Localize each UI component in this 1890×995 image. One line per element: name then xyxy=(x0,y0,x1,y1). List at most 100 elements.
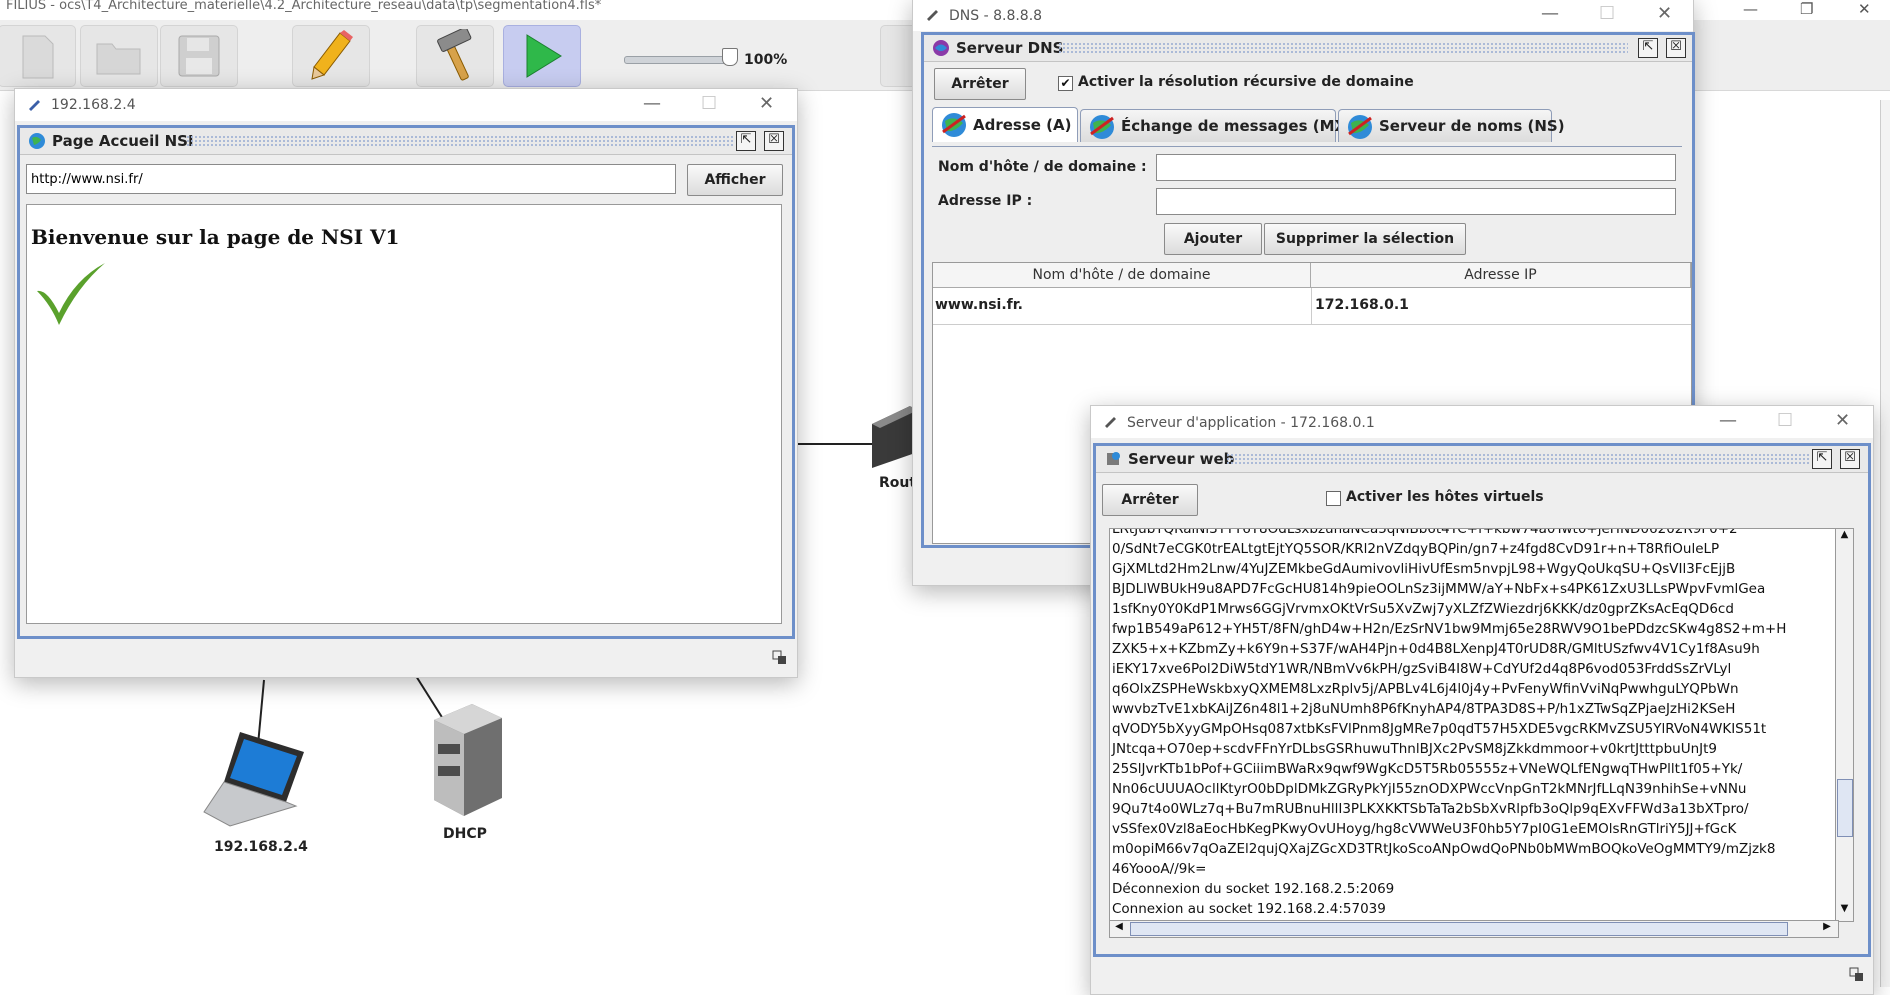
tab-mx-label: Échange de messages (MX) xyxy=(1121,117,1353,135)
resize-grip-icon[interactable] xyxy=(1848,966,1864,982)
dns-globe-icon xyxy=(942,113,966,137)
virtual-hosts-checkbox[interactable] xyxy=(1326,491,1341,506)
table-cell-hostname: www.nsi.fr. xyxy=(935,297,1023,313)
column-header-hostname[interactable]: Nom d'hôte / de domaine xyxy=(933,263,1311,287)
detach-frame-button[interactable]: ⇱ xyxy=(1638,38,1658,58)
dhcp-server-node[interactable] xyxy=(424,702,506,822)
recursive-checkbox[interactable]: ✔ xyxy=(1058,76,1073,91)
dns-globe-icon xyxy=(933,40,949,56)
browser-frame-titlebar: Page Accueil NSI ⇱ ☒ xyxy=(20,128,792,155)
scroll-up-icon[interactable]: ▲ xyxy=(1836,529,1853,545)
checkmark-icon xyxy=(37,263,105,325)
log-horizontal-scrollbar[interactable]: ◀ ▶ xyxy=(1109,920,1839,938)
scroll-left-icon[interactable]: ◀ xyxy=(1112,921,1126,937)
virtual-hosts-label: Activer les hôtes virtuels xyxy=(1346,489,1544,505)
tab-address-a[interactable]: Adresse (A) xyxy=(932,107,1078,142)
close-frame-button[interactable]: ☒ xyxy=(1840,449,1860,469)
table-cell-ip: 172.168.0.1 xyxy=(1315,297,1409,313)
detach-frame-button[interactable]: ⇱ xyxy=(736,131,756,151)
log-vertical-scrollbar[interactable]: ▲ ▼ xyxy=(1835,528,1854,922)
column-header-ip[interactable]: Adresse IP xyxy=(1311,263,1691,287)
log-line: m0opiM66v7qOaZEl2qujQXajZGcXD3TRtJkoScoA… xyxy=(1112,841,1776,857)
tab-address-a-label: Adresse (A) xyxy=(973,116,1072,134)
log-line: iEKY17xve6Pol2DiW5tdY1WR/NBmVv6kPH/gzSvi… xyxy=(1112,661,1732,677)
web-frame-title: Serveur web xyxy=(1128,450,1235,468)
dns-stop-button[interactable]: Arrêter xyxy=(934,68,1026,100)
log-line: GjXMLtd2Hm2Lnw/4YuJZEMkbeGdAumivovliHivU… xyxy=(1112,561,1736,577)
log-line: JNtcqa+O70ep+scdvFFnYrDLbsGSRhuwuThnlBJX… xyxy=(1112,741,1718,757)
log-line: Déconnexion du socket 192.168.2.5:2069 xyxy=(1112,881,1395,897)
log-line: LRtJubYQRaiNi3TTY6T8OdLsxbzunaNCa5qNIBb6… xyxy=(1112,528,1738,537)
detach-frame-button[interactable]: ⇱ xyxy=(1812,449,1832,469)
scroll-right-icon[interactable]: ▶ xyxy=(1820,921,1834,937)
laptop-node[interactable] xyxy=(200,730,308,834)
browser-os-titlebar: 192.168.2.4 — ☐ ✕ xyxy=(15,89,797,121)
ip-input[interactable] xyxy=(1156,188,1676,215)
dns-os-titlebar: DNS - 8.8.8.8 — ☐ ✕ xyxy=(913,0,1693,31)
web-server-icon xyxy=(1107,452,1120,465)
dns-globe-icon xyxy=(1090,115,1114,139)
log-line: wwvbzTvE1xbKAiJZ6n48l1+2j8uNUmh8P6fKnyhA… xyxy=(1112,701,1736,717)
log-line: Connexion au socket 192.168.2.4:57039 xyxy=(1112,901,1386,917)
show-page-button[interactable]: Afficher xyxy=(687,164,783,196)
dns-frame-title: Serveur DNS xyxy=(956,39,1064,57)
globe-icon xyxy=(29,133,45,149)
log-line: Nn06cUUUAOcllKtyrO0bDplDMkZGRyPkYjI55znO… xyxy=(1112,781,1747,797)
add-entry-button[interactable]: Ajouter xyxy=(1164,223,1262,255)
title-grip xyxy=(186,135,734,147)
page-heading: Bienvenue sur la page de NSI V1 xyxy=(31,225,400,249)
web-minimize-button[interactable]: — xyxy=(1719,410,1737,431)
title-grip xyxy=(1058,42,1628,54)
browser-frame: Page Accueil NSI ⇱ ☒ Afficher Bienvenue … xyxy=(17,125,795,639)
log-horizontal-thumb[interactable] xyxy=(1130,922,1788,936)
log-line: q6OlxZSPHeWskbxyQXMEM8LxzRplv5j/APBLv4L6… xyxy=(1112,681,1739,697)
network-node-icon xyxy=(1105,417,1116,428)
scroll-down-icon[interactable]: ▼ xyxy=(1836,903,1853,919)
log-vertical-thumb[interactable] xyxy=(1837,779,1853,837)
browser-close-button[interactable]: ✕ xyxy=(759,93,774,114)
dns-globe-icon xyxy=(1348,115,1372,139)
dns-tab-strip: Adresse (A) Échange de messages (MX) Ser… xyxy=(932,107,1682,147)
web-stop-button[interactable]: Arrêter xyxy=(1102,484,1198,516)
log-line: 46YoooA//9k= xyxy=(1112,861,1207,877)
log-line: 25SlJvrKTb1bPof+GCiiimBWaRx9qwf9WgKcD5T5… xyxy=(1112,761,1743,777)
dns-frame-titlebar: Serveur DNS ⇱ ☒ xyxy=(924,35,1692,62)
browser-os-title: 192.168.2.4 xyxy=(51,97,136,113)
web-frame-titlebar: Serveur web ⇱ ☒ xyxy=(1096,446,1868,473)
close-frame-button[interactable]: ☒ xyxy=(1666,38,1686,58)
tab-ns[interactable]: Serveur de noms (NS) xyxy=(1338,109,1565,142)
router-label: Rout xyxy=(879,475,917,491)
web-close-button[interactable]: ✕ xyxy=(1835,410,1850,431)
log-line: BJDLlWBUkH9u8APD7FcGcHU814h9pieOOLnSz3ij… xyxy=(1112,581,1766,597)
browser-minimize-button[interactable]: — xyxy=(643,93,661,114)
hostname-label: Nom d'hôte / de domaine : xyxy=(938,159,1147,175)
browser-window: 192.168.2.4 — ☐ ✕ Page Accueil NSI ⇱ ☒ A… xyxy=(14,88,798,678)
resize-grip-icon[interactable] xyxy=(771,649,787,665)
close-frame-button[interactable]: ☒ xyxy=(764,131,784,151)
hostname-input[interactable] xyxy=(1156,154,1676,181)
laptop-icon xyxy=(203,732,304,827)
server-log-lines: LRtJubYQRaiNi3TTY6T8OdLsxbzunaNCa5qNIBb6… xyxy=(1110,528,1786,919)
tab-mx[interactable]: Échange de messages (MX) xyxy=(1080,109,1353,142)
table-row[interactable]: www.nsi.fr. 172.168.0.1 xyxy=(933,288,1691,325)
web-os-title: Serveur d'application - 172.168.0.1 xyxy=(1127,415,1375,431)
dns-close-button[interactable]: ✕ xyxy=(1657,3,1672,24)
browser-frame-title: Page Accueil NSI xyxy=(52,132,194,150)
web-os-titlebar: Serveur d'application - 172.168.0.1 — ☐ … xyxy=(1091,406,1873,438)
dns-os-title: DNS - 8.8.8.8 xyxy=(949,8,1043,24)
browser-maximize-button[interactable]: ☐ xyxy=(701,93,717,114)
page-content-area: Bienvenue sur la page de NSI V1 xyxy=(26,204,782,624)
column-divider xyxy=(1311,288,1312,324)
delete-selection-button[interactable]: Supprimer la sélection xyxy=(1264,223,1466,255)
url-input[interactable] xyxy=(26,164,676,194)
web-maximize-button[interactable]: ☐ xyxy=(1777,410,1793,431)
dns-minimize-button[interactable]: — xyxy=(1541,3,1559,24)
laptop-label: 192.168.2.4 xyxy=(214,839,308,855)
log-line: 9Qu7t4o0WLz7q+Bu7mRUBnuHllI3PLKXKKTSbTaT… xyxy=(1112,801,1749,817)
tab-ns-label: Serveur de noms (NS) xyxy=(1379,117,1565,135)
server-log-area[interactable]: LRtJubYQRaiNi3TTY6T8OdLsxbzunaNCa5qNIBb6… xyxy=(1109,528,1839,922)
dhcp-label: DHCP xyxy=(443,826,487,842)
dns-maximize-button[interactable]: ☐ xyxy=(1599,3,1615,24)
network-node-icon xyxy=(927,10,938,21)
ip-label: Adresse IP : xyxy=(938,193,1033,209)
